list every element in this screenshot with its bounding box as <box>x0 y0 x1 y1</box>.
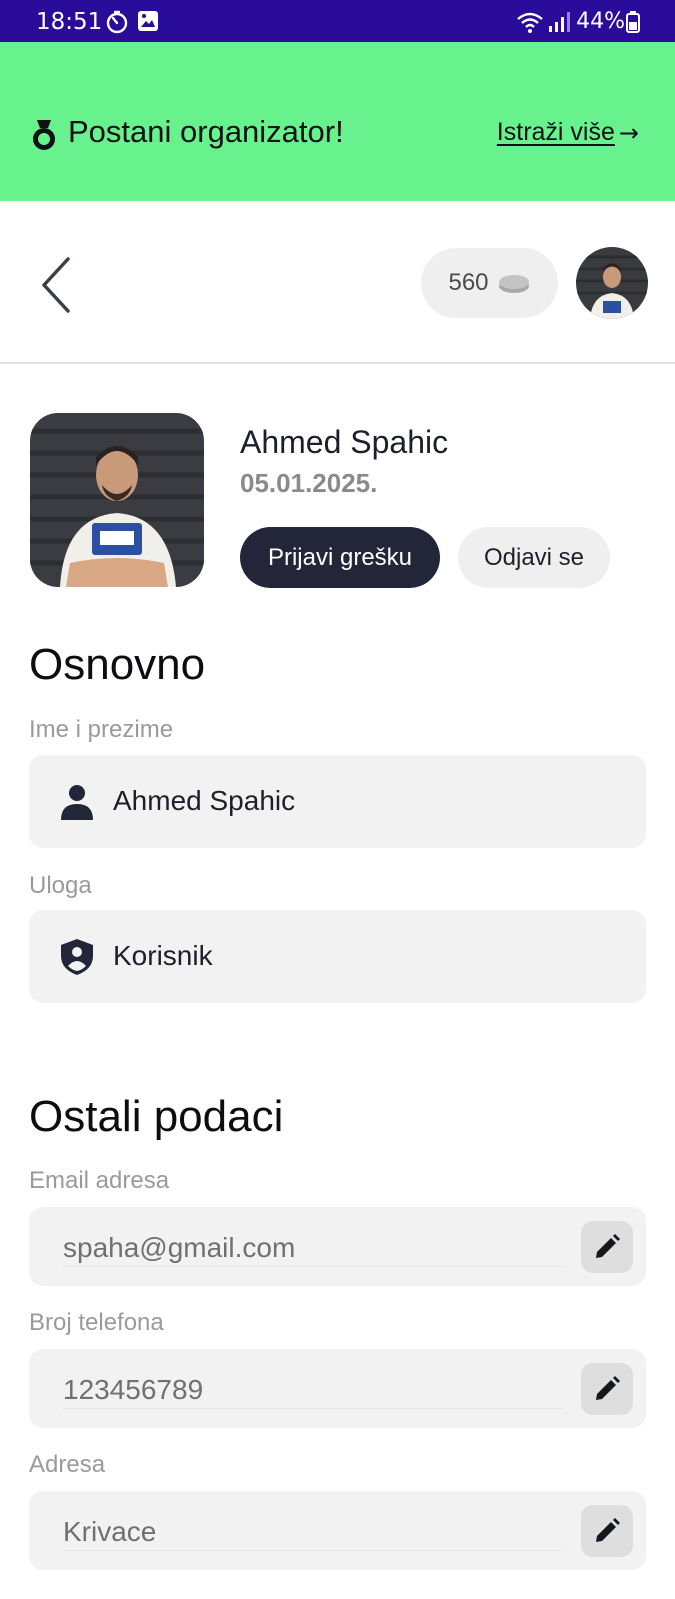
email-label: Email adresa <box>29 1167 170 1194</box>
email-input[interactable] <box>63 1229 563 1267</box>
promo-title: Postani organizator! <box>68 114 344 149</box>
edit-phone-button[interactable] <box>581 1363 633 1415</box>
coin-count: 560 <box>448 269 489 296</box>
name-field: Ahmed Spahic <box>29 755 646 848</box>
promo-explore-link[interactable]: Istraži više → <box>497 118 639 147</box>
address-label: Adresa <box>29 1451 106 1478</box>
section-title-basic: Osnovno <box>29 640 206 689</box>
name-label: Ime i prezime <box>29 716 174 743</box>
profile-name: Ahmed Spahic <box>240 424 449 460</box>
battery-icon <box>626 11 640 38</box>
signal-icon <box>548 12 570 37</box>
avatar[interactable] <box>576 247 648 319</box>
back-button[interactable] <box>38 255 78 315</box>
role-label: Uloga <box>29 872 92 899</box>
promo-banner[interactable]: Postani organizator! Istraži više → <box>0 42 675 201</box>
phone-label: Broj telefona <box>29 1309 164 1336</box>
address-input[interactable] <box>63 1513 563 1551</box>
logout-button[interactable]: Odjavi se <box>458 527 610 588</box>
pencil-icon <box>596 1376 620 1400</box>
role-value: Korisnik <box>113 940 213 971</box>
name-value: Ahmed Spahic <box>113 785 296 816</box>
edit-address-button[interactable] <box>581 1505 633 1557</box>
phone-input[interactable] <box>63 1371 563 1409</box>
email-field <box>29 1207 646 1286</box>
address-field <box>29 1491 646 1570</box>
wifi-icon <box>516 11 544 38</box>
phone-field <box>29 1349 646 1428</box>
back-chevron-icon <box>42 257 70 313</box>
section-title-other: Ostali podaci <box>29 1092 284 1141</box>
timer-icon <box>105 10 129 39</box>
pencil-icon <box>596 1518 620 1542</box>
medal-icon <box>30 118 58 157</box>
profile-photo <box>30 413 204 587</box>
promo-link-label: Istraži više <box>496 118 615 146</box>
status-time: 18:51 <box>36 9 103 35</box>
arrow-right-icon: → <box>618 118 639 147</box>
image-icon <box>137 10 159 37</box>
status-bar: 18:51 44% <box>0 0 675 42</box>
battery-percent: 44% <box>576 9 625 34</box>
person-icon <box>61 784 93 825</box>
app-header: 560 <box>0 201 675 364</box>
edit-email-button[interactable] <box>581 1221 633 1273</box>
shield-user-icon <box>61 939 93 980</box>
role-field: Korisnik <box>29 910 646 1003</box>
coin-icon <box>498 275 529 293</box>
report-bug-button[interactable]: Prijavi grešku <box>240 527 440 588</box>
pencil-icon <box>596 1234 620 1258</box>
coin-balance[interactable]: 560 <box>421 248 558 318</box>
profile-date: 05.01.2025. <box>240 468 378 498</box>
